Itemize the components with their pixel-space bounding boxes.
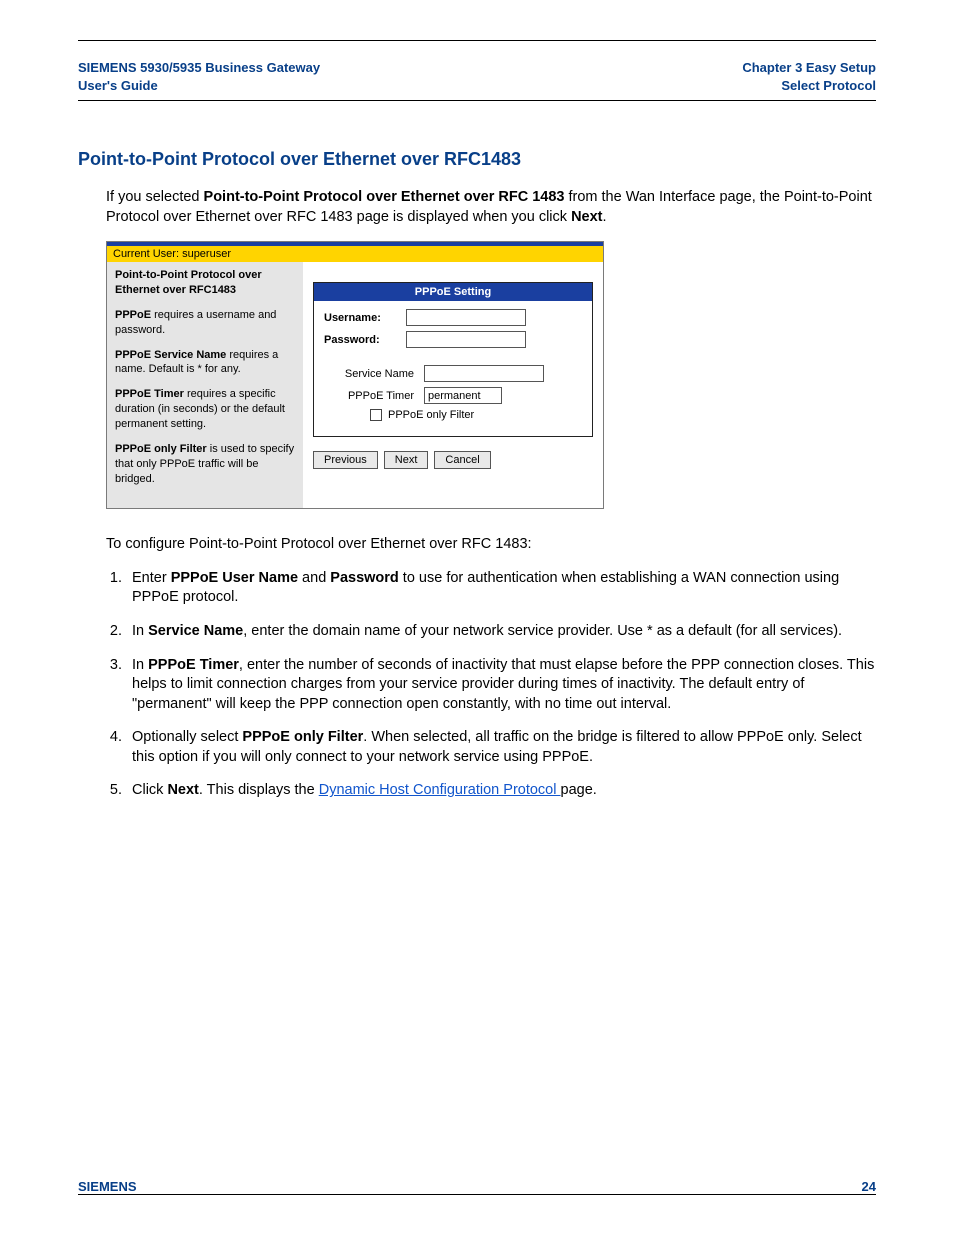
section-title: Point-to-Point Protocol over Ethernet ov… <box>78 149 876 170</box>
steps-list: Enter PPPoE User Name and Password to us… <box>126 569 876 801</box>
password-input[interactable] <box>406 331 526 348</box>
step-3: In PPPoE Timer, enter the number of seco… <box>126 656 876 715</box>
username-label: Username: <box>324 312 406 324</box>
dhcp-link[interactable]: Dynamic Host Configuration Protocol <box>319 782 561 798</box>
previous-button[interactable]: Previous <box>313 451 378 469</box>
service-name-label: Service Name <box>324 368 424 380</box>
footer-brand: SIEMENS <box>78 1179 137 1194</box>
header-left-line1: SIEMENS 5930/5935 Business Gateway <box>78 59 320 77</box>
step-4: Optionally select PPPoE only Filter. Whe… <box>126 728 876 767</box>
pppoe-only-filter-checkbox[interactable] <box>370 409 382 421</box>
sidebar-title: Point-to-Point Protocol over Ethernet ov… <box>115 268 295 298</box>
step-1: Enter PPPoE User Name and Password to us… <box>126 569 876 608</box>
intro-paragraph: If you selected Point-to-Point Protocol … <box>106 188 876 227</box>
header-right-line1: Chapter 3 Easy Setup <box>742 59 876 77</box>
current-user-bar: Current User: superuser <box>107 246 603 262</box>
service-name-input[interactable] <box>424 365 544 382</box>
pppoe-timer-input[interactable] <box>424 387 502 404</box>
footer-page-number: 24 <box>862 1179 876 1194</box>
username-input[interactable] <box>406 309 526 326</box>
page-footer: SIEMENS 24 <box>78 1179 876 1194</box>
pppoe-config-screenshot: Current User: superuser Point-to-Point P… <box>106 241 604 509</box>
pppoe-timer-label: PPPoE Timer <box>324 390 424 402</box>
step-2: In Service Name, enter the domain name o… <box>126 622 876 642</box>
step-5: Click Next. This displays the Dynamic Ho… <box>126 781 876 801</box>
password-label: Password: <box>324 334 406 346</box>
lead-in: To configure Point-to-Point Protocol ove… <box>106 535 876 555</box>
sidebar-help: Point-to-Point Protocol over Ethernet ov… <box>107 262 303 508</box>
next-button[interactable]: Next <box>384 451 429 469</box>
pppoe-only-filter-label: PPPoE only Filter <box>388 409 474 421</box>
header-right-line2: Select Protocol <box>742 77 876 95</box>
panel-title: PPPoE Setting <box>314 283 592 301</box>
header-left-line2: User's Guide <box>78 77 320 95</box>
page-header: SIEMENS 5930/5935 Business Gateway User'… <box>78 59 876 101</box>
cancel-button[interactable]: Cancel <box>434 451 490 469</box>
pppoe-setting-panel: PPPoE Setting Username: Password: <box>313 282 593 437</box>
